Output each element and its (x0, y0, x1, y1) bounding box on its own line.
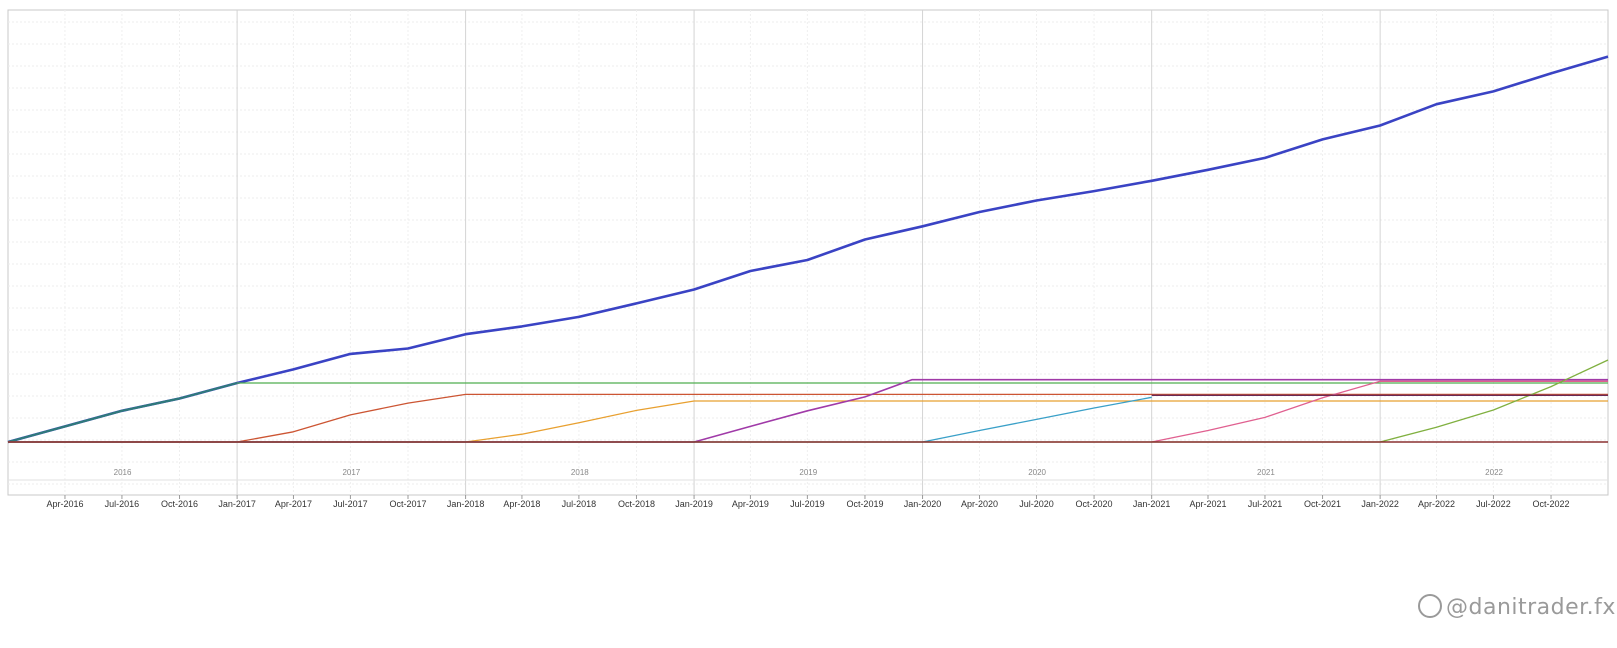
x-tick-label: Apr-2021 (1189, 499, 1226, 509)
x-tick-label: Oct-2020 (1076, 499, 1113, 509)
x-tick-label: Oct-2019 (846, 499, 883, 509)
plot-background (7, 9, 1609, 496)
x-tick-label: Oct-2017 (389, 499, 426, 509)
x-tick-label: Apr-2019 (732, 499, 769, 509)
x-tick-label: Jul-2020 (1019, 499, 1054, 509)
x-tick-label: Jan-2020 (904, 499, 942, 509)
year-label: 2018 (571, 468, 589, 477)
weibo-icon (1418, 594, 1442, 618)
x-tick-label: Oct-2022 (1533, 499, 1570, 509)
x-tick-label: Apr-2020 (961, 499, 998, 509)
x-tick-label: Oct-2021 (1304, 499, 1341, 509)
x-tick-label: Jul-2018 (562, 499, 597, 509)
watermark: @danitrader.fx (1418, 594, 1616, 620)
equity-curve-chart: 2016 2017 2018 2019 2020 2021 2022 Apr-2016 Jul… (7, 9, 1609, 509)
x-tick-label: Jul-2021 (1248, 499, 1283, 509)
x-axis-ticks: Apr-2016 Jul-2016 Oct-2016 Jan-2017 Apr-2017… (46, 495, 1570, 509)
x-tick-label: Jan-2022 (1361, 499, 1399, 509)
year-label: 2022 (1485, 468, 1503, 477)
year-label: 2019 (799, 468, 817, 477)
year-label: 2021 (1257, 468, 1275, 477)
chart-area: 2016 2017 2018 2019 2020 2021 2022 Apr-2016 Jul… (0, 0, 1617, 530)
x-tick-label: Jan-2018 (447, 499, 485, 509)
x-tick-label: Jul-2022 (1476, 499, 1511, 509)
year-label: 2020 (1028, 468, 1046, 477)
x-tick-label: Oct-2018 (618, 499, 655, 509)
x-tick-label: Jan-2019 (675, 499, 713, 509)
x-tick-label: Jul-2019 (790, 499, 825, 509)
watermark-text: @danitrader.fx (1446, 595, 1616, 620)
x-tick-label: Jul-2017 (333, 499, 368, 509)
year-label: 2017 (342, 468, 360, 477)
year-label: 2016 (114, 468, 132, 477)
x-tick-label: Apr-2018 (503, 499, 540, 509)
x-tick-label: Apr-2022 (1418, 499, 1455, 509)
x-tick-label: Jan-2021 (1133, 499, 1171, 509)
x-tick-label: Jul-2016 (105, 499, 140, 509)
x-tick-label: Apr-2017 (275, 499, 312, 509)
x-tick-label: Apr-2016 (46, 499, 83, 509)
x-tick-label: Oct-2016 (161, 499, 198, 509)
x-tick-label: Jan-2017 (218, 499, 256, 509)
